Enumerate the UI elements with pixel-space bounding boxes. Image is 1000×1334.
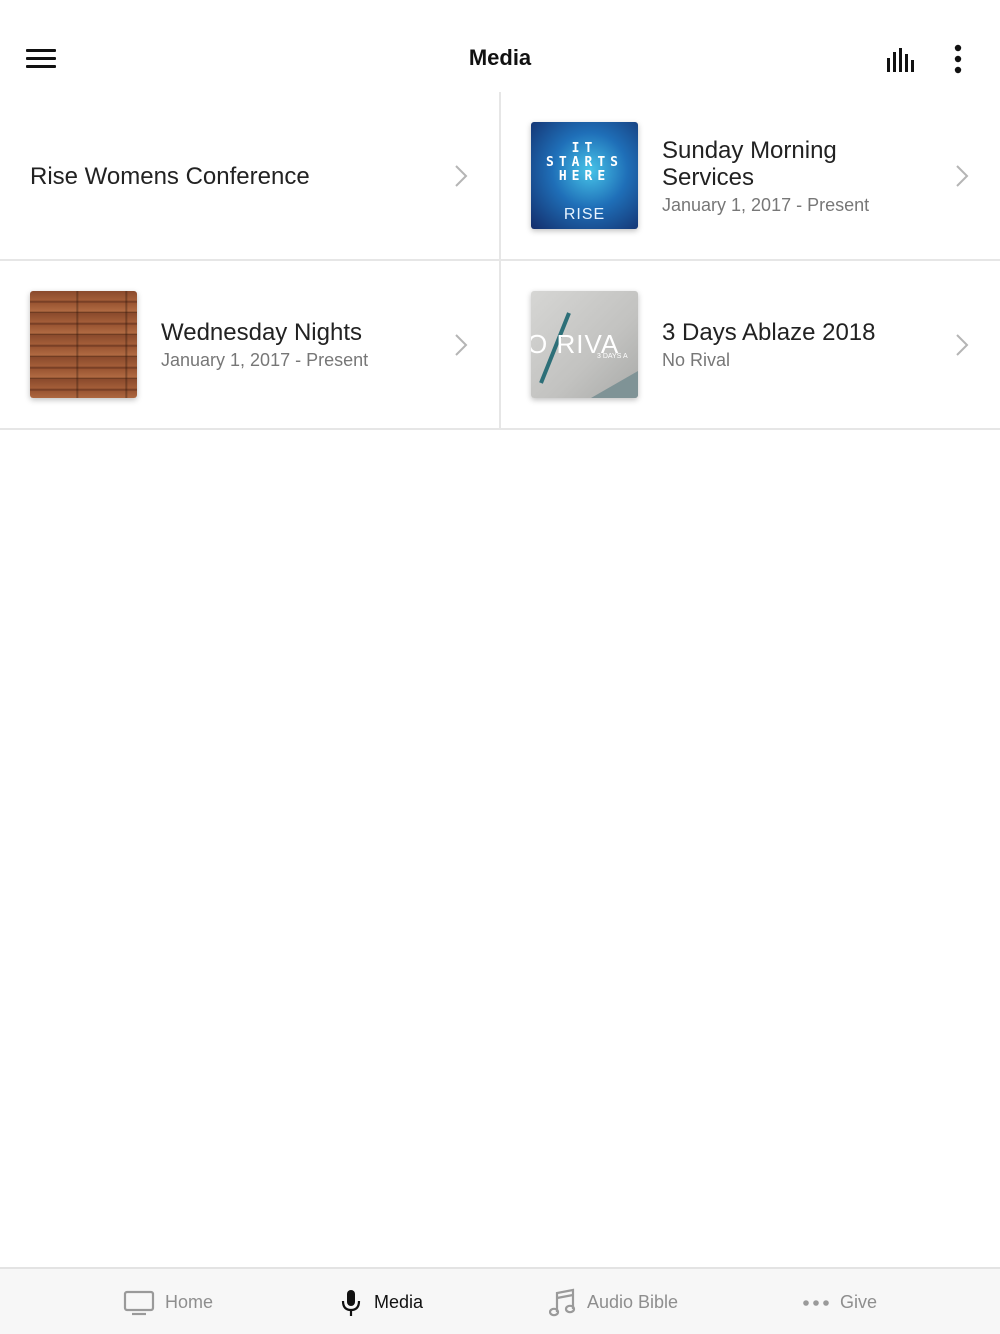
artwork-text: STARTS xyxy=(546,155,623,170)
media-item-sunday-morning-services[interactable]: IT STARTS HERE RISE Sunday Morning Servi… xyxy=(501,92,1000,260)
tab-label: Media xyxy=(374,1292,424,1312)
music-note-icon xyxy=(549,1288,576,1316)
vertical-dots-icon[interactable] xyxy=(946,42,970,76)
artwork-text: IT xyxy=(571,141,598,156)
media-item-text: Rise Womens Conference xyxy=(30,92,310,260)
chevron-right-icon xyxy=(455,165,468,187)
series-artwork xyxy=(30,291,137,398)
media-item-text: Wednesday Nights January 1, 2017 - Prese… xyxy=(161,261,368,429)
page-title: Media xyxy=(468,45,532,70)
media-item-wednesday-nights[interactable]: Wednesday Nights January 1, 2017 - Prese… xyxy=(0,261,499,429)
tab-media[interactable]: Media xyxy=(338,1269,423,1334)
artwork-brand: RISE xyxy=(563,206,606,223)
series-artwork: IT STARTS HERE RISE xyxy=(531,122,638,229)
microphone-icon xyxy=(341,1289,361,1316)
tab-label: Audio Bible xyxy=(587,1292,679,1312)
chevron-right-icon xyxy=(956,334,969,356)
tv-icon xyxy=(123,1290,155,1315)
audio-bars-icon[interactable] xyxy=(884,44,918,74)
media-item-3-days-ablaze-2018[interactable]: O RIVA 3 DAYS A 3 Days Ablaze 2018 No Ri… xyxy=(501,261,1000,429)
top-bar: Media xyxy=(0,0,1000,92)
tab-label: Home xyxy=(165,1292,214,1312)
media-item-title: 3 Days Ablaze 2018 xyxy=(662,319,876,346)
artwork-text: HERE xyxy=(558,169,611,184)
media-item-date-range: January 1, 2017 - Present xyxy=(662,194,870,215)
tab-home[interactable]: Home xyxy=(123,1269,213,1334)
media-item-text: Sunday Morning Services January 1, 2017 … xyxy=(662,92,882,260)
artwork-small-text: 3 DAYS A xyxy=(597,353,628,360)
chevron-right-icon xyxy=(956,165,969,187)
chevron-right-icon xyxy=(455,334,468,356)
media-item-title: Rise Womens Conference xyxy=(30,162,310,190)
media-item-title: Wednesday Nights xyxy=(161,319,362,346)
tab-label: Give xyxy=(840,1292,878,1312)
media-item-title: Sunday Morning Services xyxy=(662,136,837,191)
media-item-rise-womens-conference[interactable]: Rise Womens Conference xyxy=(0,92,499,260)
media-item-text: 3 Days Ablaze 2018 No Rival xyxy=(662,261,875,429)
tab-give[interactable]: Give xyxy=(802,1269,877,1334)
tab-audio-bible[interactable]: Audio Bible xyxy=(549,1269,678,1334)
divider xyxy=(499,92,501,430)
media-screen: Media Rise Womens Conference IT STARTS H… xyxy=(0,0,1000,1334)
bottom-tab-bar: Home Media Audio Bible Give xyxy=(0,1267,1000,1334)
series-artwork: O RIVA 3 DAYS A xyxy=(531,291,638,398)
media-item-subtitle: No Rival xyxy=(662,350,731,370)
media-item-date-range: January 1, 2017 - Present xyxy=(161,350,369,370)
ellipsis-icon xyxy=(803,1299,829,1306)
